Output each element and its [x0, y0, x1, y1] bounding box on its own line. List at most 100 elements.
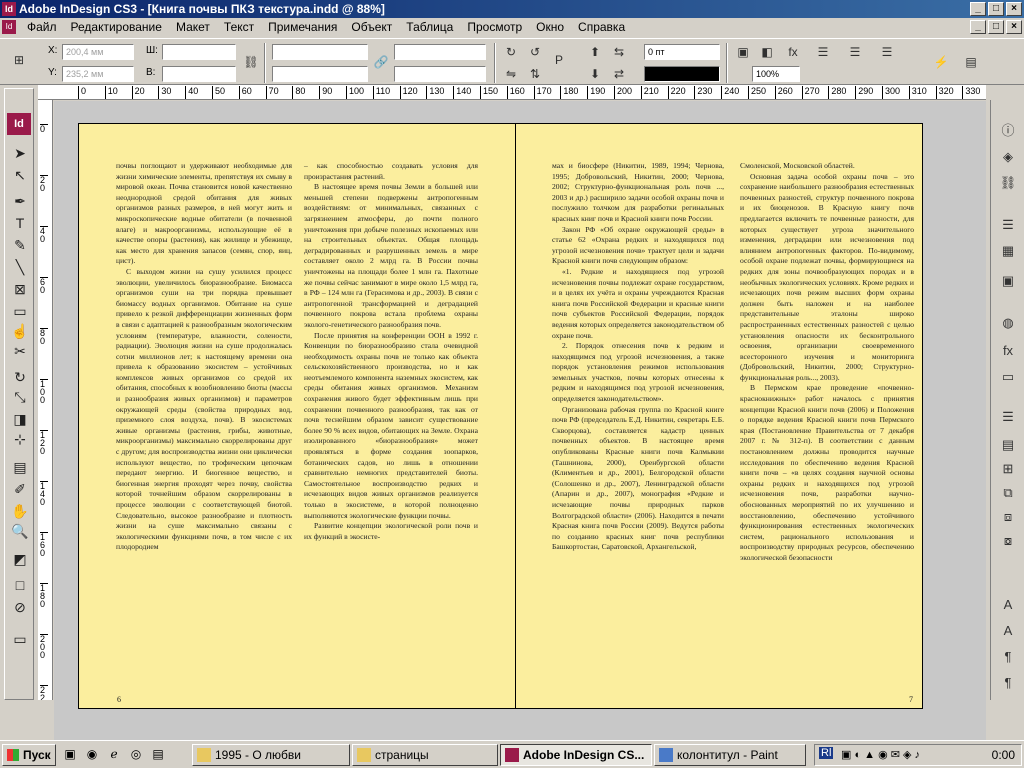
paragraph[interactable]: 2. Порядок отнесения почв к редким и нах…	[552, 341, 724, 405]
left-page-column-2[interactable]: – как способностью создавать условия для…	[304, 161, 478, 542]
paragraph-panel-icon[interactable]: ¶	[996, 646, 1020, 668]
y-position-field[interactable]: 235,2 мм	[62, 66, 134, 82]
layers-panel-icon[interactable]: ◈	[996, 146, 1020, 168]
align-panel-icon[interactable]: ☰	[996, 406, 1020, 428]
rotate-tool-icon[interactable]: ↻	[10, 367, 30, 387]
close-button[interactable]: ×	[1006, 2, 1022, 16]
constrain-proportions-icon[interactable]: ⛓	[242, 53, 260, 71]
shear-field[interactable]	[394, 66, 486, 82]
paragraph[interactable]: – как способностью создавать условия для…	[304, 161, 478, 182]
scale-x-field[interactable]	[272, 44, 368, 60]
paragraph[interactable]: Организована рабочая группа по Красной к…	[552, 405, 724, 553]
align-center-icon[interactable]: ☰	[846, 43, 864, 61]
maximize-button[interactable]: □	[988, 2, 1004, 16]
taskbar-button-folder-pages[interactable]: страницы	[352, 744, 498, 766]
paragraph[interactable]: В настоящее время почвы Земли в большей …	[304, 182, 478, 330]
taskbar-button-indesign[interactable]: Adobe InDesign CS...	[500, 744, 652, 766]
menu-layout[interactable]: Макет	[169, 18, 217, 37]
start-button[interactable]: Пуск	[2, 744, 56, 766]
taskbar-button-paint[interactable]: колонтитул - Paint	[654, 744, 806, 766]
rotation-field[interactable]	[394, 44, 486, 60]
pen-tool-icon[interactable]: ✒	[10, 191, 30, 211]
menu-file[interactable]: Файл	[20, 18, 64, 37]
attributes-panel-icon[interactable]: ⧇	[996, 530, 1020, 552]
transform-panel-icon[interactable]: ⊞	[996, 458, 1020, 480]
select-container-icon[interactable]: ⬆	[586, 43, 604, 61]
opacity-field[interactable]: 100%	[752, 66, 800, 82]
info-panel-icon[interactable]: ⓘ	[996, 120, 1020, 142]
effects-drop-shadow-icon[interactable]: ▣	[734, 43, 752, 61]
paragraph[interactable]: В Пермском крае проведение «почвенно-кра…	[740, 383, 914, 563]
character-panel-icon[interactable]: A	[996, 594, 1020, 616]
menu-window[interactable]: Окно	[529, 18, 571, 37]
gradient-tool-icon[interactable]: ◨	[10, 409, 30, 429]
doc-minimize-button[interactable]: _	[970, 20, 986, 34]
lightning-icon[interactable]: ⚡	[932, 53, 950, 71]
document-icon[interactable]: Id	[2, 20, 16, 34]
apply-none-icon[interactable]: ⊘	[10, 597, 30, 617]
doc-close-button[interactable]: ×	[1006, 20, 1022, 34]
menu-view[interactable]: Просмотр	[460, 18, 529, 37]
menu-edit[interactable]: Редактирование	[64, 18, 169, 37]
pathfinder-panel-icon[interactable]: ⧉	[996, 482, 1020, 504]
line-tool-icon[interactable]: ╲	[10, 257, 30, 277]
select-previous-icon[interactable]: ⇆	[610, 43, 628, 61]
note-tool-icon[interactable]: ▤	[10, 457, 30, 477]
paragraph[interactable]: мах и биосфере (Никитин, 1989, 1994; Чер…	[552, 161, 724, 225]
formatting-container-icon[interactable]: □	[10, 575, 30, 595]
button-tool-icon[interactable]: ☝	[10, 321, 30, 341]
menu-table[interactable]: Таблица	[399, 18, 460, 37]
paragraph[interactable]: Развитие концепции экологической роли по…	[304, 521, 478, 542]
quicklaunch-media-icon[interactable]: ◎	[128, 746, 144, 762]
selection-tool-icon[interactable]: ➤	[10, 143, 30, 163]
select-content-icon[interactable]: ⬇	[586, 65, 604, 83]
menu-notes[interactable]: Примечания	[261, 18, 344, 37]
fill-stroke-icon[interactable]: ◩	[10, 549, 30, 569]
right-page-column-1[interactable]: мах и биосфере (Никитин, 1989, 1994; Чер…	[552, 161, 724, 553]
vertical-ruler[interactable]: 0 20 40 60 80 100 120 140 160 180 200 220	[38, 100, 53, 700]
paragraph[interactable]: Закон РФ «Об охране окружающей среды» в …	[552, 225, 724, 267]
doc-restore-button[interactable]: □	[988, 20, 1004, 34]
flip-vertical-icon[interactable]: ⇅	[526, 65, 544, 83]
stroke-panel-icon[interactable]: ☰	[996, 214, 1020, 236]
menu-help[interactable]: Справка	[571, 18, 632, 37]
eyedropper-tool-icon[interactable]: ✐	[10, 479, 30, 499]
type-tool-icon[interactable]: T	[10, 213, 30, 233]
left-page-column-1[interactable]: почвы поглощают и удерживают необходимые…	[116, 161, 292, 553]
align-right-icon[interactable]: ☰	[878, 43, 896, 61]
quicklaunch-browser-icon[interactable]: ℯ	[106, 746, 122, 762]
paragraph[interactable]: почвы поглощают и удерживают необходимые…	[116, 161, 292, 267]
scale-tool-icon[interactable]: ⤡	[10, 387, 30, 407]
rotate-ccw-icon[interactable]: ↺	[526, 43, 544, 61]
right-page[interactable]: мах и биосфере (Никитин, 1989, 1994; Чер…	[515, 123, 923, 709]
paragraph-styles-panel-icon[interactable]: ¶	[996, 672, 1020, 694]
pages-panel-icon[interactable]: ▣	[996, 270, 1020, 292]
width-field[interactable]	[162, 44, 236, 60]
effects-shadow-icon[interactable]: ◧	[758, 43, 776, 61]
minimize-button[interactable]: _	[970, 2, 986, 16]
left-page[interactable]: почвы поглощают и удерживают необходимые…	[78, 123, 516, 709]
swatches-panel-icon[interactable]: ◍	[996, 312, 1020, 334]
panel-menu-icon[interactable]: ▤	[962, 53, 980, 71]
fx-icon[interactable]: fx	[784, 43, 802, 61]
x-position-field[interactable]: 200,4 мм	[62, 44, 134, 60]
gradient-panel-icon[interactable]: ▭	[996, 366, 1020, 388]
character-styles-panel-icon[interactable]: A	[996, 620, 1020, 642]
clock[interactable]: 0:00	[992, 745, 1015, 765]
paragraph[interactable]: Основная задача особой охраны почв – это…	[740, 172, 914, 384]
pasteboard[interactable]: почвы поглощают и удерживают необходимые…	[54, 101, 986, 741]
tray-icons[interactable]: ▣ ◐ ▲ ◉ ✉ ◈ ♪	[841, 748, 920, 761]
scale-y-field[interactable]	[272, 66, 368, 82]
quicklaunch-search-icon[interactable]: ◉	[84, 746, 100, 762]
reference-point-icon[interactable]: ⊞	[10, 51, 28, 69]
paragraph[interactable]: С выходом жизни на сушу усилился процесс…	[116, 267, 292, 553]
view-mode-icon[interactable]: ▭	[10, 629, 30, 649]
height-field[interactable]	[162, 66, 236, 82]
paragraph[interactable]: Смоленской, Московской областей.	[740, 161, 914, 172]
zoom-tool-icon[interactable]: 🔍	[10, 521, 30, 541]
horizontal-ruler[interactable]: 0 10 20 30 40 50 60 70 80 90 100 110 120 130 140 150 160…	[38, 85, 986, 100]
separations-panel-icon[interactable]: ⧈	[996, 506, 1020, 528]
text-wrap-panel-icon[interactable]: ▤	[996, 434, 1020, 456]
stroke-type-field[interactable]	[644, 66, 720, 82]
language-indicator[interactable]: Rl	[819, 747, 834, 759]
